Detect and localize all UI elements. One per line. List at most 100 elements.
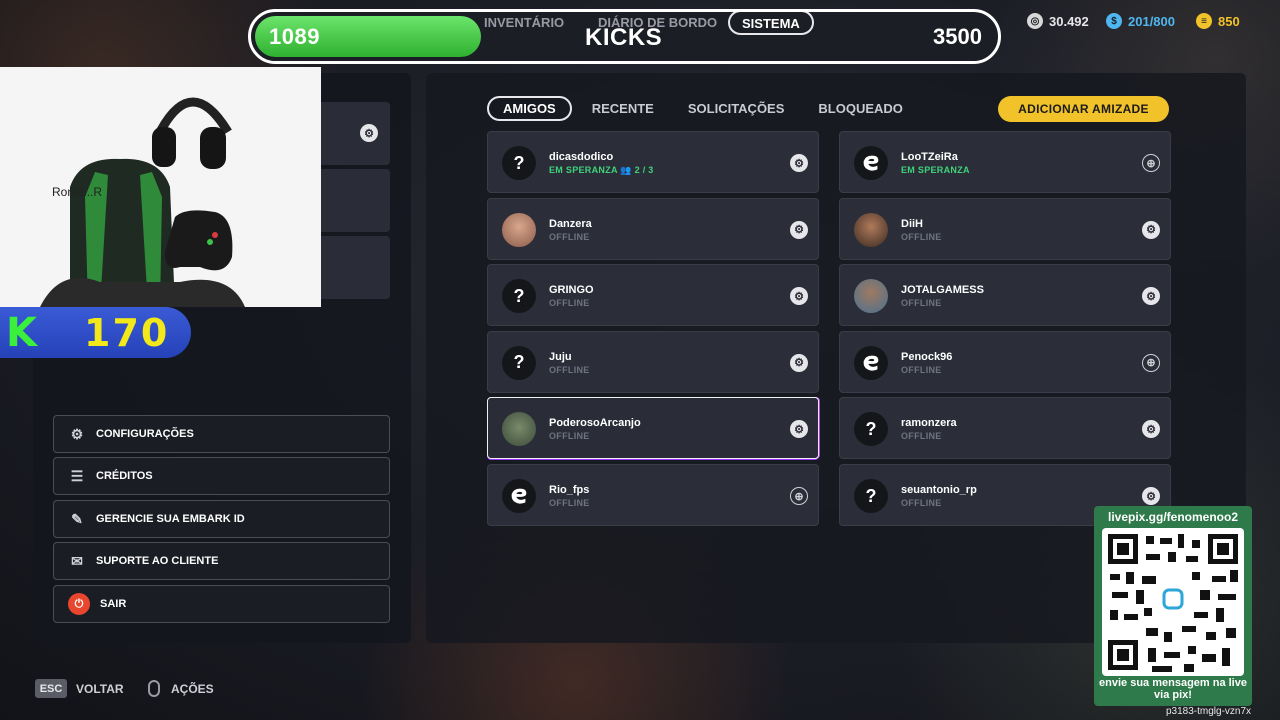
friend-card[interactable]: DiiH OFFLINE ⚙ (839, 197, 1171, 260)
actions-label[interactable]: AÇÕES (171, 682, 214, 696)
avatar (854, 279, 888, 314)
tab-amigos[interactable]: AMIGOS (487, 96, 572, 121)
menu-configuracoes[interactable]: ⚙ CONFIGURAÇÕES (53, 415, 390, 453)
friend-name: DiiH (901, 217, 923, 230)
status-text: EM SPERANZA (549, 165, 618, 175)
currency-value: 850 (1218, 13, 1240, 29)
friend-name: Danzera (549, 217, 592, 230)
globe-icon: ⊕ (790, 487, 808, 505)
support-icon: ✉ (71, 552, 83, 569)
friend-name: Penock96 (901, 350, 953, 363)
progress-max: 3500 (933, 24, 982, 49)
friend-name: LooTZeiRa (901, 151, 958, 163)
steam-icon: ⚙ (1142, 420, 1160, 439)
friend-status: OFFLINE (901, 498, 942, 508)
menu-creditos[interactable]: ☰ CRÉDITOS (53, 457, 390, 495)
status-text: OFFLINE (901, 298, 942, 309)
add-friend-button[interactable]: ADICIONAR AMIZADE (998, 96, 1169, 122)
friend-card[interactable]: ? GRINGO OFFLINE ⚙ (487, 264, 819, 327)
menu-label: SUPORTE AO CLIENTE (96, 555, 219, 567)
status-text: OFFLINE (549, 498, 590, 508)
friend-status: OFFLINE (549, 232, 590, 242)
status-text: OFFLINE (901, 498, 942, 508)
kick-follower-badge: K 170 (0, 307, 191, 358)
tab-solicitacoes[interactable]: SOLICITAÇÕES (674, 96, 799, 121)
avatar (502, 412, 536, 447)
avatar (502, 212, 536, 247)
friend-status: EM SPERANZA 👥 2 / 3 (549, 165, 654, 176)
friend-name: JOTALGAMESS (901, 284, 984, 297)
status-text: OFFLINE (901, 231, 942, 242)
friend-card[interactable]: ? dicasdodico EM SPERANZA 👥 2 / 3 ⚙ (487, 131, 819, 193)
livepix-qr-overlay: livepix.gg/fenomenoo2 envie sua mensagem… (1094, 506, 1252, 706)
webcam-name-label: Ronal...R (52, 185, 103, 199)
globe-icon: ⊕ (1142, 353, 1160, 372)
gold-icon: ≡ (1196, 13, 1212, 29)
unknown-avatar-icon: ? (854, 479, 888, 513)
friend-status: OFFLINE (549, 498, 590, 508)
menu-label: CONFIGURAÇÕES (96, 428, 194, 440)
unknown-avatar-icon: ? (502, 279, 536, 314)
friend-name: ramonzera (901, 417, 957, 430)
steam-icon: ⚙ (790, 154, 808, 172)
friend-name: GRINGO (549, 284, 594, 297)
mouse-icon (148, 680, 160, 697)
stream-code: p3183-tmglg-vzn7x (1166, 706, 1252, 717)
friend-status: OFFLINE (549, 431, 590, 441)
friend-card[interactable]: ? Juju OFFLINE ⚙ (487, 330, 819, 393)
friends-tabs: AMIGOS RECENTE SOLICITAÇÕES BLOQUEADO (487, 96, 917, 121)
friend-card[interactable]: PoderosoArcanjo OFFLINE ⚙ (487, 397, 819, 460)
credits-icon: ☰ (70, 467, 84, 484)
status-text: OFFLINE (549, 231, 590, 242)
esc-key[interactable]: ESC (35, 679, 67, 698)
kick-logo-icon: K (6, 309, 37, 356)
steam-icon: ⚙ (790, 220, 808, 239)
friend-status: OFFLINE (549, 365, 590, 375)
status-text: EM SPERANZA (901, 165, 970, 175)
nav-sistema[interactable]: SISTEMA (728, 12, 814, 35)
status-text: OFFLINE (901, 431, 942, 442)
menu-sair[interactable]: ⏻ SAIR (53, 585, 390, 623)
qr-message: envie sua mensagem na live via pix! (1099, 677, 1247, 701)
status-text: OFFLINE (549, 298, 590, 309)
friend-status: OFFLINE (901, 365, 942, 375)
currency-gold: ≡ 850 (1196, 13, 1240, 29)
unknown-avatar-icon: ? (502, 345, 536, 380)
tab-bloqueado[interactable]: BLOQUEADO (804, 96, 917, 121)
embark-logo-icon (854, 345, 888, 380)
steam-icon: ⚙ (790, 287, 808, 306)
party-icon: 👥 (617, 165, 635, 175)
friend-card[interactable]: Danzera OFFLINE ⚙ (487, 197, 819, 260)
currency-value: 201/800 (1128, 13, 1175, 29)
nav-inventario[interactable]: INVENTÁRIO (484, 15, 564, 30)
menu-embark-id[interactable]: ✎ GERENCIE SUA EMBARK ID (53, 500, 390, 538)
back-label[interactable]: VOLTAR (76, 682, 124, 696)
embark-logo-icon (854, 146, 888, 180)
friend-status: OFFLINE (549, 298, 590, 308)
currency-value: 30.492 (1049, 13, 1089, 29)
friend-name: dicasdodico (549, 151, 614, 163)
globe-icon: ⊕ (1142, 154, 1160, 172)
friend-card[interactable]: JOTALGAMESS OFFLINE ⚙ (839, 264, 1171, 327)
power-icon: ⏻ (68, 593, 90, 615)
friend-card[interactable]: ? ramonzera OFFLINE ⚙ (839, 397, 1171, 460)
friend-card[interactable]: Penock96 OFFLINE ⊕ (839, 330, 1171, 393)
menu-label: SAIR (100, 598, 127, 610)
steam-icon: ⚙ (790, 420, 808, 439)
progress-current: 1089 (269, 24, 320, 49)
friend-status: OFFLINE (901, 232, 942, 242)
webcam-overlay: Ronal...R (0, 67, 321, 307)
status-text: OFFLINE (901, 364, 942, 375)
menu-label: CRÉDITOS (96, 470, 153, 482)
status-text: OFFLINE (549, 364, 590, 375)
status-text: OFFLINE (549, 431, 590, 442)
qr-code (1102, 528, 1244, 676)
friend-card[interactable]: LooTZeiRa EM SPERANZA ⊕ (839, 131, 1171, 193)
kick-count: 170 (84, 310, 170, 355)
unknown-avatar-icon: ? (854, 412, 888, 447)
gear-icon: ⚙ (70, 425, 84, 442)
tab-recente[interactable]: RECENTE (578, 96, 668, 121)
friend-card[interactable]: Rio_fps OFFLINE ⊕ (487, 464, 819, 526)
party-count: 2 / 3 (634, 165, 654, 175)
menu-suporte[interactable]: ✉ SUPORTE AO CLIENTE (53, 542, 390, 580)
